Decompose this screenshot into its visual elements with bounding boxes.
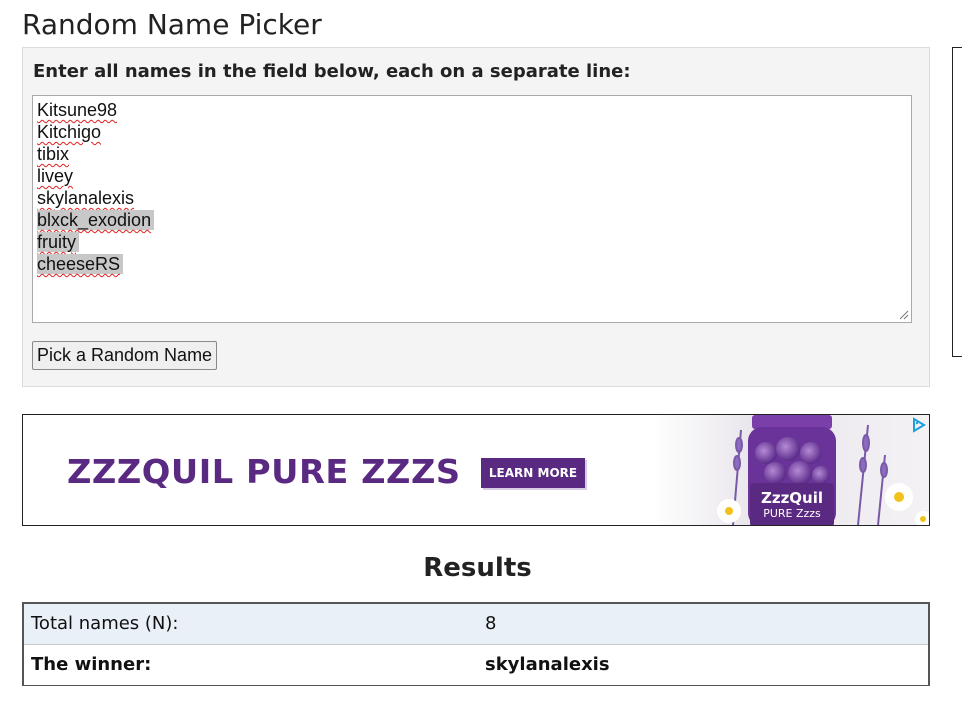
winner-value: skylanalexis xyxy=(485,654,610,675)
winner-label: The winner: xyxy=(31,654,152,675)
name-line-selected: blxck_exodion xyxy=(37,209,907,231)
name-line-selected: cheeseRS xyxy=(37,253,907,275)
side-ad-frame xyxy=(952,47,962,357)
ad-choices-icon[interactable] xyxy=(911,417,927,433)
name-line: tibix xyxy=(37,144,70,164)
name-line: Kitsune98 xyxy=(37,100,118,120)
resize-grip-icon[interactable] xyxy=(899,310,909,320)
page-title: Random Name Picker xyxy=(22,8,322,41)
name-line: skylanalexis xyxy=(37,188,135,208)
names-textarea[interactable]: Kitsune98 Kitchigo tibix livey skylanale… xyxy=(32,95,912,323)
ad-product-image[interactable]: ZzzQuil PURE Zzzs xyxy=(653,415,930,526)
table-row: The winner: skylanalexis xyxy=(24,645,928,685)
name-line: Kitchigo xyxy=(37,122,102,142)
ad-product-brand: ZzzQuil xyxy=(761,489,823,507)
table-row: Total names (N): 8 xyxy=(24,604,928,645)
instructions-label: Enter all names in the field below, each… xyxy=(33,61,631,82)
total-names-label: Total names (N): xyxy=(31,613,179,634)
pick-random-name-button[interactable]: Pick a Random Name xyxy=(32,341,218,370)
name-line-selected: fruity xyxy=(37,231,907,253)
results-title: Results xyxy=(423,553,532,583)
ad-banner[interactable]: ZZZQUIL PURE ZZZS LEARN MORE ZzzQuil PUR… xyxy=(22,414,930,526)
total-names-value: 8 xyxy=(485,613,497,634)
ad-learn-more-button[interactable]: LEARN MORE xyxy=(481,458,585,488)
name-picker-panel: Enter all names in the field below, each… xyxy=(22,47,930,387)
ad-product-line: PURE Zzzs xyxy=(763,507,821,520)
ad-headline[interactable]: ZZZQUIL PURE ZZZS xyxy=(67,452,461,491)
results-table: Total names (N): 8 The winner: skylanale… xyxy=(22,602,930,686)
name-line: livey xyxy=(37,166,74,186)
